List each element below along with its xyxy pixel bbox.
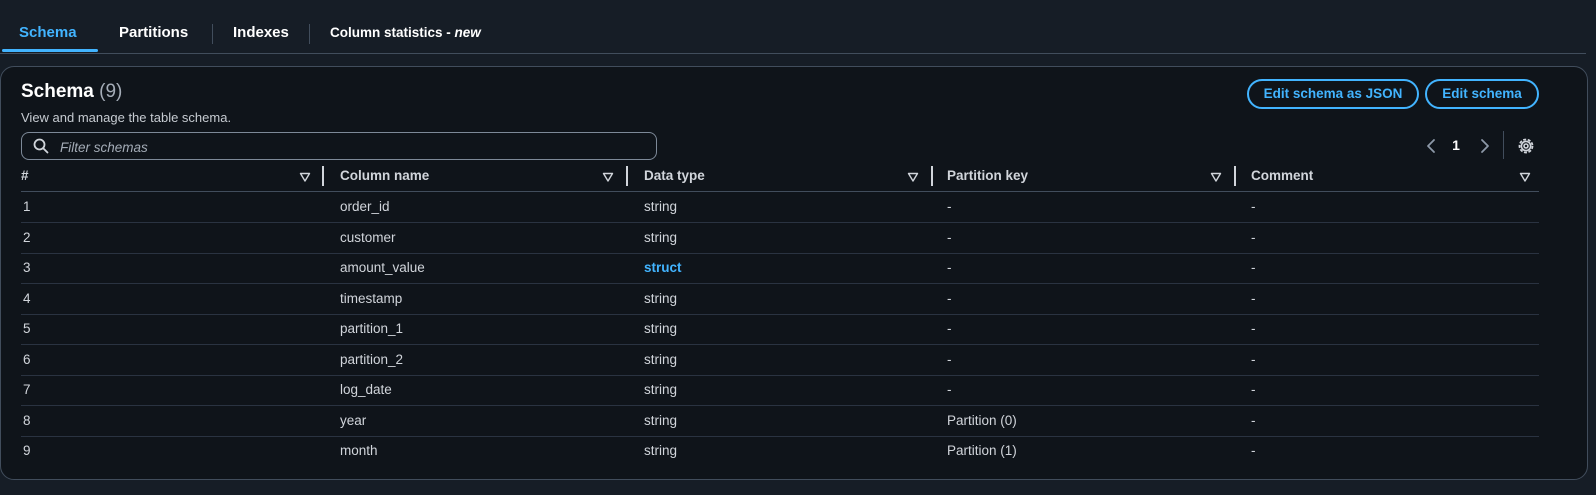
comment-cell: - (1251, 382, 1256, 397)
column-name-cell: partition_2 (340, 352, 404, 367)
panel-description: View and manage the table schema. (21, 110, 232, 125)
data-type-cell: string (644, 291, 678, 306)
partition-key-cell: - (947, 382, 952, 397)
column-resizer[interactable] (931, 166, 933, 186)
new-badge: new (454, 25, 481, 40)
column-name-cell: year (340, 413, 367, 428)
caret-down-icon[interactable] (907, 171, 919, 183)
tab-column-statistics[interactable]: Column statistics - new (330, 25, 481, 47)
tab-bar: Schema Partitions Indexes Column statist… (0, 0, 1586, 54)
column-name-cell: month (340, 443, 378, 458)
column-name-cell: amount_value (340, 260, 425, 275)
data-type-cell: string (644, 352, 678, 367)
column-header-column-name: Column name (340, 168, 430, 183)
table-row: 7 log_date string - - (21, 375, 1539, 406)
chevron-left-icon[interactable] (1422, 135, 1440, 157)
filter-schemas-input[interactable] (58, 136, 642, 158)
partition-key-cell: - (947, 260, 952, 275)
partition-key-cell: Partition (1) (947, 443, 1017, 458)
column-resizer[interactable] (322, 166, 324, 186)
table-row: 9 month string Partition (1) - (21, 436, 1539, 466)
table-row: 4 timestamp string - - (21, 284, 1539, 315)
partition-key-cell: - (947, 199, 952, 214)
edit-schema-button[interactable]: Edit schema (1425, 79, 1539, 109)
caret-down-icon[interactable] (1210, 171, 1222, 183)
caret-down-icon[interactable] (602, 171, 614, 183)
gear-icon[interactable] (1515, 135, 1537, 157)
caret-down-icon[interactable] (1519, 171, 1531, 183)
tab-schema[interactable]: Schema (19, 24, 77, 46)
column-header-comment: Comment (1251, 168, 1314, 183)
column-header-number: # (21, 168, 29, 183)
column-name-cell: order_id (340, 199, 390, 214)
partition-key-cell: - (947, 352, 952, 367)
comment-cell: - (1251, 199, 1256, 214)
schema-count: (9) (99, 81, 123, 102)
struct-type-link[interactable]: struct (644, 260, 682, 275)
row-number: 8 (23, 413, 31, 428)
table-header: # Column name Data type Partition key Co… (21, 166, 1539, 192)
comment-cell: - (1251, 230, 1256, 245)
pagination-divider (1503, 131, 1504, 159)
comment-cell: - (1251, 291, 1256, 306)
partition-key-cell: - (947, 230, 952, 245)
table-row: 5 partition_1 string - - (21, 314, 1539, 345)
tab-divider (212, 24, 213, 44)
data-type-cell: string (644, 230, 678, 245)
partition-key-cell: - (947, 321, 952, 336)
row-number: 7 (23, 382, 31, 397)
comment-cell: - (1251, 443, 1256, 458)
search-icon (33, 138, 49, 154)
row-number: 1 (23, 199, 31, 214)
comment-cell: - (1251, 321, 1256, 336)
partition-key-cell: Partition (0) (947, 413, 1017, 428)
row-number: 3 (23, 260, 31, 275)
table-row: 1 order_id string - - (21, 192, 1539, 223)
table-row: 6 partition_2 string - - (21, 345, 1539, 376)
row-number: 9 (23, 443, 31, 458)
data-type-cell: string (644, 199, 678, 214)
comment-cell: - (1251, 413, 1256, 428)
column-header-partition-key: Partition key (947, 168, 1029, 183)
partition-key-cell: - (947, 291, 952, 306)
filter-box (21, 132, 657, 160)
current-page-number[interactable]: 1 (1448, 137, 1464, 153)
row-number: 2 (23, 230, 31, 245)
comment-cell: - (1251, 352, 1256, 367)
edit-schema-json-button[interactable]: Edit schema as JSON (1247, 79, 1419, 109)
row-number: 4 (23, 291, 31, 306)
column-name-cell: partition_1 (340, 321, 404, 336)
active-tab-indicator (2, 49, 98, 52)
panel-title: Schema (9) (21, 81, 122, 103)
panel-title-text: Schema (21, 81, 94, 102)
column-name-cell: timestamp (340, 291, 403, 306)
data-type-cell: string (644, 382, 678, 397)
tab-divider (309, 24, 310, 44)
column-resizer[interactable] (1234, 166, 1236, 186)
tab-indexes[interactable]: Indexes (233, 24, 289, 46)
tab-partitions[interactable]: Partitions (119, 24, 188, 46)
table-row: 2 customer string - - (21, 223, 1539, 254)
table-row: 8 year string Partition (0) - (21, 406, 1539, 437)
comment-cell: - (1251, 260, 1256, 275)
caret-down-icon[interactable] (299, 171, 311, 183)
column-resizer[interactable] (626, 166, 628, 186)
row-number: 6 (23, 352, 31, 367)
row-number: 5 (23, 321, 31, 336)
column-name-cell: log_date (340, 382, 392, 397)
table-row: 3 amount_value struct - - (21, 253, 1539, 284)
chevron-right-icon[interactable] (1476, 135, 1494, 157)
data-type-cell: string (644, 413, 678, 428)
data-type-cell: string (644, 321, 678, 336)
tab-column-statistics-label: Column statistics - (330, 25, 455, 40)
column-header-data-type: Data type (644, 168, 705, 183)
schema-panel: Schema (9) View and manage the table sch… (0, 66, 1588, 480)
column-name-cell: customer (340, 230, 396, 245)
data-type-cell: string (644, 443, 678, 458)
